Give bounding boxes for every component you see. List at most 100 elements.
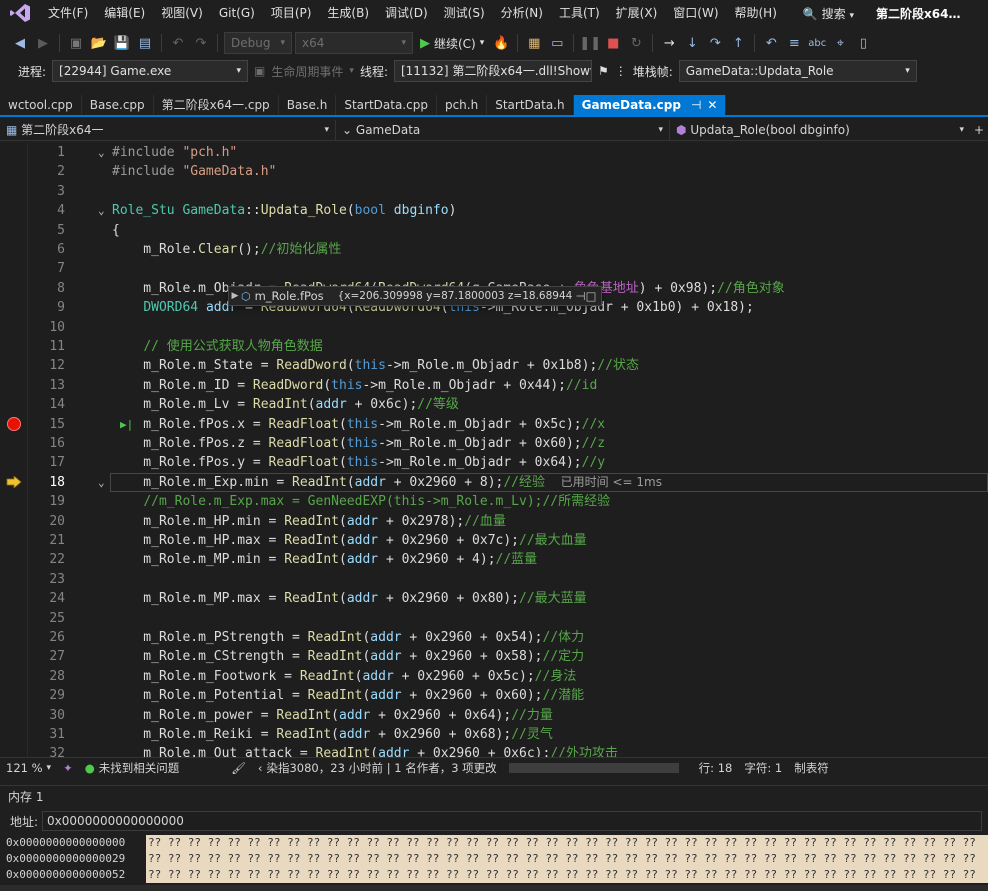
memory-row[interactable]: 0x0000000000000052 ?? ?? ?? ?? ?? ?? ?? ?…	[0, 867, 988, 883]
save-icon[interactable]: 💾	[112, 33, 132, 53]
code-line[interactable]: 26 m_Role.m_PStrength = ReadInt(addr + 0…	[0, 628, 988, 647]
code-line[interactable]: 29 m_Role.m_Potential = ReadInt(addr + 0…	[0, 686, 988, 705]
menu-item[interactable]: 调试(D)	[377, 0, 436, 26]
pointer-icon[interactable]: ⌖	[830, 33, 850, 53]
code-line[interactable]: 16 m_Role.fPos.z = ReadFloat(this->m_Rol…	[0, 434, 988, 453]
close-icon[interactable]: ✕	[707, 98, 717, 112]
menu-item[interactable]: Git(G)	[211, 0, 263, 26]
stop-icon[interactable]: ■	[603, 33, 623, 53]
hot-reload-icon[interactable]: 🔥	[491, 33, 511, 53]
memory-bytes[interactable]: ?? ?? ?? ?? ?? ?? ?? ?? ?? ?? ?? ?? ?? ?…	[146, 867, 988, 883]
horizontal-scrollbar[interactable]	[508, 762, 679, 773]
project-dropdown[interactable]: ▦ 第二阶段x64一 ▾	[0, 119, 336, 140]
column-indicator[interactable]: 字符: 1	[738, 760, 788, 776]
visual-studio-logo-icon[interactable]	[0, 0, 40, 26]
code-line[interactable]: 21 m_Role.m_HP.max = ReadInt(addr + 0x29…	[0, 531, 988, 550]
code-line[interactable]: 23	[0, 570, 988, 589]
redo-icon[interactable]: ↷	[191, 33, 211, 53]
code-line[interactable]: 14 m_Role.m_Lv = ReadInt(addr + 0x6c);//…	[0, 395, 988, 414]
back-navigate-icon[interactable]: ◀	[10, 33, 30, 53]
code-line[interactable]: 18 ⌄ m_Role.m_Exp.min = ReadInt(addr + 0x…	[0, 472, 988, 493]
restart-icon[interactable]: ↻	[626, 33, 646, 53]
tab-base-h[interactable]: Base.h	[279, 95, 337, 115]
search-box[interactable]: 🔍 搜索 ▾	[795, 5, 862, 22]
process-dropdown[interactable]: [22944] Game.exe ▾	[52, 60, 249, 82]
tabs-indicator[interactable]: 制表符	[788, 760, 835, 776]
menu-item[interactable]: 测试(S)	[436, 0, 493, 26]
code-line[interactable]: 2 #include "GameData.h"	[0, 162, 988, 181]
memory-row[interactable]: 0x0000000000000029 ?? ?? ?? ?? ?? ?? ?? ?…	[0, 851, 988, 867]
fold-icon[interactable]: ⌄	[98, 473, 105, 492]
split-icon[interactable]: +	[970, 123, 988, 137]
step-out-icon[interactable]: ↑	[728, 33, 748, 53]
code-line[interactable]: 24 m_Role.m_MP.max = ReadInt(addr + 0x29…	[0, 589, 988, 608]
code-line[interactable]: 25	[0, 609, 988, 628]
menu-item[interactable]: 窗口(W)	[665, 0, 726, 26]
memory-bytes[interactable]: ?? ?? ?? ?? ?? ?? ?? ?? ?? ?? ?? ?? ?? ?…	[146, 851, 988, 867]
open-folder-icon[interactable]: 📂	[89, 33, 109, 53]
code-line[interactable]: 28 m_Role.m_Footwork = ReadInt(addr + 0x…	[0, 667, 988, 686]
code-line[interactable]: 31 m_Role.m_Reiki = ReadInt(addr + 0x296…	[0, 725, 988, 744]
code-line[interactable]: 10	[0, 318, 988, 337]
undo-icon[interactable]: ↶	[168, 33, 188, 53]
spell-check-icon[interactable]: abc	[807, 33, 827, 53]
new-project-icon[interactable]: ▣	[66, 33, 86, 53]
menu-item[interactable]: 工具(T)	[551, 0, 608, 26]
menu-item[interactable]: 扩展(X)	[608, 0, 666, 26]
continue-button[interactable]: ▶ 继续(C) ▾	[416, 35, 488, 52]
lifecycle-events-label[interactable]: 生命周期事件	[271, 63, 343, 80]
browse-icon[interactable]: ▦	[524, 33, 544, 53]
menu-item[interactable]: 文件(F)	[40, 0, 96, 26]
menu-item[interactable]: 视图(V)	[153, 0, 211, 26]
tab-startdata-cpp[interactable]: StartData.cpp	[336, 95, 437, 115]
address-input[interactable]: 0x0000000000000000	[42, 811, 983, 831]
forward-navigate-icon[interactable]: ▶	[33, 33, 53, 53]
code-line[interactable]: 22 m_Role.m_MP.min = ReadInt(addr + 0x29…	[0, 550, 988, 569]
brush-icon[interactable]: 🖌	[225, 761, 252, 775]
format-icon[interactable]: ≡	[784, 33, 804, 53]
pause-icon[interactable]: ❚❚	[579, 33, 601, 53]
issues-indicator[interactable]: ● 未找到相关问题	[79, 760, 186, 776]
run-to-click-icon[interactable]: ▶|	[120, 415, 133, 434]
fold-icon[interactable]: ⌄	[98, 143, 105, 162]
breakpoint-icon[interactable]	[7, 417, 21, 432]
stackframe-dropdown[interactable]: GameData::Updata_Role ▾	[678, 60, 917, 82]
code-line[interactable]: 11 // 使用公式获取人物角色数据	[0, 337, 988, 356]
menu-item[interactable]: 编辑(E)	[96, 0, 153, 26]
pin-icon[interactable]: ⊣	[691, 98, 701, 112]
instruction-pointer-icon[interactable]	[6, 475, 22, 490]
step-over-icon[interactable]: ↷	[705, 33, 725, 53]
code-line[interactable]: 3	[0, 182, 988, 201]
show-next-statement-icon[interactable]: →	[659, 33, 679, 53]
copilot-icon[interactable]: ✦	[57, 761, 79, 775]
memory-bytes[interactable]: ?? ?? ?? ?? ?? ?? ?? ?? ?? ?? ?? ?? ?? ?…	[146, 835, 988, 851]
code-line[interactable]: 20 m_Role.m_HP.min = ReadInt(addr + 0x29…	[0, 512, 988, 531]
filter-icon[interactable]: ⋮	[615, 64, 627, 78]
flag-icon[interactable]: ⚑	[598, 64, 609, 78]
menu-item[interactable]: 分析(N)	[493, 0, 551, 26]
step-back-icon[interactable]: ↶	[761, 33, 781, 53]
code-editor[interactable]: 1 ⌄ #include "pch.h" 2 #include "GameData.h"…	[0, 143, 988, 757]
codelens-info[interactable]: ‹ 染指3080，23 小时前 | 1 名作者，3 项更改	[252, 760, 503, 776]
pin-icon[interactable]: ⊣□	[572, 289, 601, 303]
expand-icon[interactable]: ▶	[229, 291, 241, 301]
tab-base-cpp[interactable]: Base.cpp	[82, 95, 154, 115]
code-line[interactable]: 4 ⌄ Role_Stu GameData::Updata_Role(bool db…	[0, 201, 988, 220]
menu-item[interactable]: 帮助(H)	[727, 0, 785, 26]
step-into-icon[interactable]: ↓	[682, 33, 702, 53]
code-line[interactable]: 6 m_Role.Clear();//初始化属性	[0, 240, 988, 259]
save-all-icon[interactable]: ▤	[135, 33, 155, 53]
code-line[interactable]: 15 m_Role.fPos.x = ReadFloat(this->m_Rol…	[0, 415, 988, 434]
menu-item[interactable]: 项目(P)	[263, 0, 320, 26]
code-line[interactable]: 19 //m_Role.m_Exp.max = GenNeedEXP(this-…	[0, 492, 988, 511]
code-line[interactable]: 32 m_Role.m_Out_attack = ReadInt(addr + …	[0, 744, 988, 757]
tab-pch-h[interactable]: pch.h	[437, 95, 488, 115]
code-line[interactable]: 27 m_Role.m_CStrength = ReadInt(addr + 0…	[0, 647, 988, 666]
tab-startdata-h[interactable]: StartData.h	[487, 95, 574, 115]
platform-dropdown[interactable]: x64 ▾	[295, 32, 413, 54]
scope-dropdown[interactable]: ⌄ GameData ▾	[336, 119, 670, 140]
datatip-value[interactable]: {x=206.309998 y=87.1800003 z=18.6894436 …	[332, 290, 572, 302]
code-line[interactable]: 7	[0, 259, 988, 278]
code-line[interactable]: 1 ⌄ #include "pch.h"	[0, 143, 988, 162]
code-line[interactable]: 12 m_Role.m_State = ReadDword(this->m_Ro…	[0, 356, 988, 375]
